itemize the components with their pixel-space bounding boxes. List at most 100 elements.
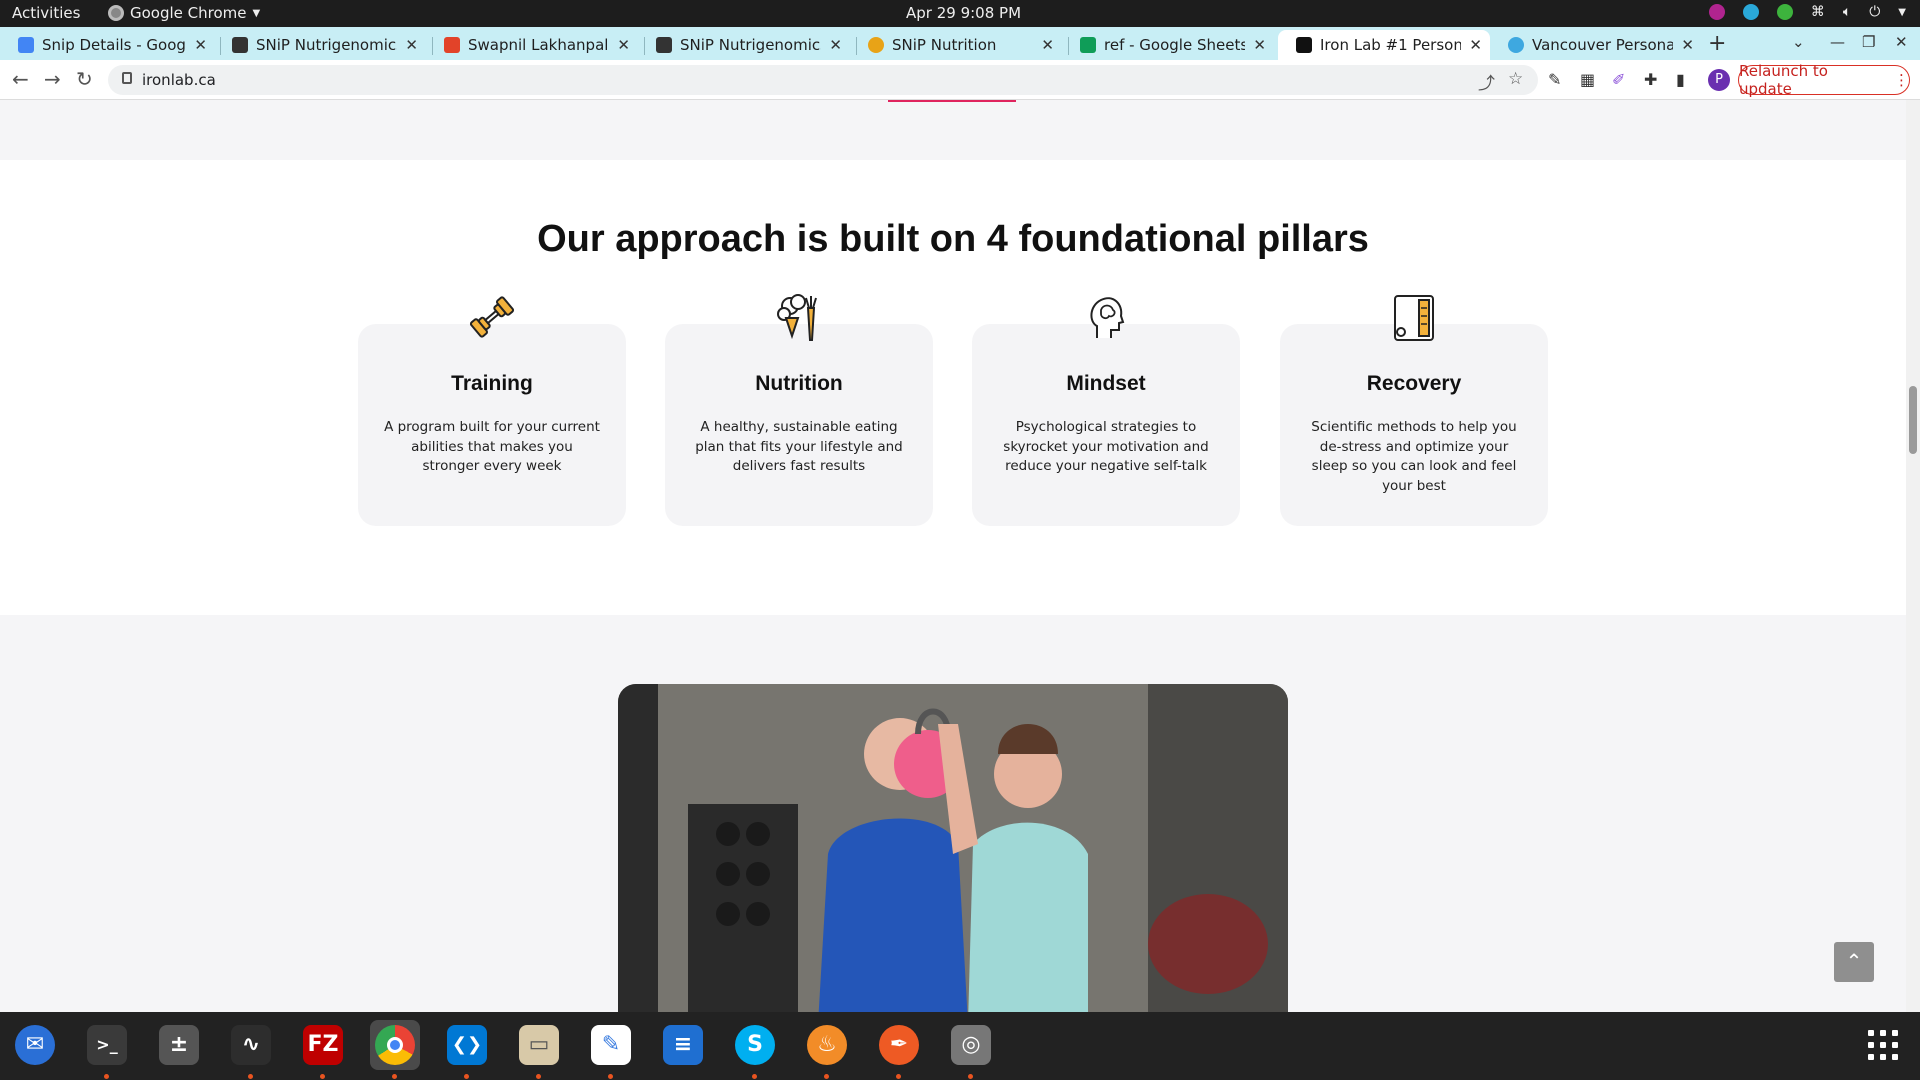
back-icon[interactable]: ← bbox=[12, 67, 29, 91]
browser-tab[interactable]: ref - Google Sheets ✕ bbox=[1062, 30, 1274, 60]
browser-tab[interactable]: SNiP Nutrigenomics A ✕ bbox=[638, 30, 850, 60]
pillar-title: Recovery bbox=[1366, 372, 1462, 395]
scrollbar-thumb[interactable] bbox=[1909, 386, 1917, 454]
app-menu-label: Google Chrome bbox=[130, 4, 247, 22]
system-tray[interactable]: ⌘ 🔈︎ ⏻ ▼ bbox=[1708, 4, 1906, 20]
brain-head-icon bbox=[1090, 297, 1125, 338]
browser-tab[interactable]: SNiP Nutrition ✕ bbox=[850, 30, 1062, 60]
skype-icon: S bbox=[735, 1025, 775, 1065]
accent-line bbox=[888, 100, 1016, 102]
new-tab-button[interactable]: + bbox=[1708, 31, 1726, 56]
dock-filezilla[interactable]: FZ bbox=[298, 1020, 348, 1079]
browser-tab[interactable]: Swapnil Lakhanpal / S ✕ bbox=[426, 30, 638, 60]
tray-sync-icon[interactable] bbox=[1742, 4, 1759, 20]
browser-toolbar: ← → ↻ ironlab.ca ⤴ ☆ ✎ ▦ ✐ ✚ ▮ P Relaunc… bbox=[0, 60, 1920, 100]
minimize-icon[interactable]: — bbox=[1830, 33, 1845, 51]
close-window-icon[interactable]: ✕ bbox=[1895, 33, 1908, 51]
extensions-puzzle-icon[interactable]: ✚ bbox=[1644, 70, 1657, 89]
close-icon[interactable]: ✕ bbox=[829, 36, 842, 54]
tab-title: Snip Details - Google I bbox=[42, 36, 186, 54]
extension-calendar-icon[interactable]: ▦ bbox=[1580, 70, 1595, 89]
tab-search-icon[interactable]: ⌄ bbox=[1792, 33, 1805, 51]
close-icon[interactable]: ✕ bbox=[1681, 36, 1694, 54]
tab-title: SNiP Nutrigenomics A bbox=[256, 36, 398, 54]
dock-skype[interactable]: S bbox=[730, 1020, 780, 1079]
scroll-to-top-button[interactable]: ⌃ bbox=[1834, 942, 1874, 982]
volume-icon[interactable]: 🔈︎ bbox=[1843, 4, 1851, 20]
page-scrollbar[interactable] bbox=[1906, 100, 1920, 1012]
dock-calculator[interactable]: ± bbox=[154, 1020, 204, 1070]
tray-check-icon[interactable] bbox=[1776, 4, 1793, 20]
share-icon[interactable]: ⤴ bbox=[1478, 69, 1495, 94]
pillar-text: Psychological strategies to skyrocket yo… bbox=[1003, 419, 1209, 474]
dock-disk-utility[interactable]: ◎ bbox=[946, 1020, 996, 1079]
app-menu[interactable]: Google Chrome ▼ bbox=[108, 4, 260, 22]
taskbar-dock: ✉ >_ ± ∿ FZ ❮❯ ▭ ✎ ≡ S ♨ ✒ ◎ bbox=[0, 1012, 1920, 1080]
pillar-card-mindset: Mindset Psychological strategies to skyr… bbox=[972, 297, 1240, 526]
browser-tab-active[interactable]: Iron Lab #1 Personal ✕ bbox=[1278, 30, 1490, 60]
tab-title: ref - Google Sheets bbox=[1104, 36, 1246, 54]
trainer-kettlebell-photo bbox=[618, 684, 1288, 1012]
dock-files[interactable]: ▭ bbox=[514, 1020, 564, 1079]
vancouver-icon bbox=[1508, 37, 1524, 53]
power-icon[interactable]: ⏻ bbox=[1869, 4, 1880, 20]
pillar-text: A program built for your current abiliti… bbox=[384, 419, 600, 474]
side-panel-icon[interactable]: ▮ bbox=[1676, 70, 1685, 89]
thunderbird-icon: ✉ bbox=[15, 1025, 55, 1065]
kebab-menu-icon[interactable]: ⋮ bbox=[1894, 71, 1909, 89]
tab-title: Swapnil Lakhanpal / S bbox=[468, 36, 609, 54]
extension-pen-icon[interactable]: ✐ bbox=[1612, 70, 1625, 89]
dock-thunderbird[interactable]: ✉ bbox=[10, 1020, 60, 1070]
dock-terminal[interactable]: >_ bbox=[82, 1020, 132, 1079]
dock-libreoffice-writer[interactable]: ≡ bbox=[658, 1020, 708, 1070]
relaunch-label: Relaunch to update bbox=[1739, 62, 1828, 98]
google-sheets-icon bbox=[1080, 37, 1096, 53]
address-bar[interactable]: ironlab.ca ⤴ ☆ bbox=[108, 65, 1538, 95]
forward-icon[interactable]: → bbox=[44, 67, 61, 91]
section-heading: Our approach is built on 4 foundational … bbox=[537, 218, 1369, 260]
reload-icon[interactable]: ↻ bbox=[76, 67, 93, 91]
chrome-icon bbox=[375, 1025, 415, 1065]
vegetables-icon bbox=[777, 294, 817, 341]
libreoffice-writer-icon: ≡ bbox=[663, 1025, 703, 1065]
activities-button[interactable]: Activities bbox=[12, 4, 80, 22]
close-icon[interactable]: ✕ bbox=[194, 36, 207, 54]
close-icon[interactable]: ✕ bbox=[405, 36, 418, 54]
close-icon[interactable]: ✕ bbox=[1041, 36, 1054, 54]
network-icon[interactable]: ⌘ bbox=[1811, 4, 1825, 20]
eyedropper-icon[interactable]: ✎ bbox=[1548, 70, 1561, 89]
restore-icon[interactable]: ❐ bbox=[1862, 33, 1875, 51]
close-icon[interactable]: ✕ bbox=[1469, 36, 1482, 54]
tab-title: Vancouver Personal T bbox=[1532, 36, 1674, 54]
caret-down-icon[interactable]: ▼ bbox=[1898, 7, 1906, 18]
tray-app-icon[interactable] bbox=[1708, 4, 1725, 20]
close-icon[interactable]: ✕ bbox=[1253, 36, 1266, 54]
photo-illustration bbox=[618, 684, 1288, 1012]
calculator-icon: ± bbox=[159, 1025, 199, 1065]
pillar-text: A healthy, sustainable eating plan that … bbox=[695, 419, 903, 474]
bookmark-star-icon[interactable]: ☆ bbox=[1508, 69, 1523, 89]
close-icon[interactable]: ✕ bbox=[617, 36, 630, 54]
profile-avatar[interactable]: P bbox=[1708, 69, 1730, 91]
pillar-card-nutrition: Nutrition A healthy, sustainable eating … bbox=[665, 294, 933, 526]
browser-tab[interactable]: SNiP Nutrigenomics A ✕ bbox=[214, 30, 426, 60]
pillar-title: Training bbox=[451, 372, 533, 395]
dock-system-monitor[interactable]: ∿ bbox=[226, 1020, 276, 1079]
show-applications-grid-icon[interactable] bbox=[1868, 1030, 1900, 1062]
browser-tab[interactable]: Vancouver Personal T ✕ bbox=[1490, 30, 1702, 60]
dock-chrome[interactable] bbox=[370, 1020, 420, 1079]
tab-strip: Snip Details - Google I ✕ SNiP Nutrigeno… bbox=[0, 27, 1920, 60]
dock-app-pen[interactable]: ✒ bbox=[874, 1020, 924, 1079]
dock-app-flame[interactable]: ♨ bbox=[802, 1020, 852, 1079]
relaunch-button[interactable]: Relaunch to update ⋮ bbox=[1738, 62, 1910, 98]
dumbbell-icon bbox=[469, 296, 515, 338]
browser-tab[interactable]: Snip Details - Google I ✕ bbox=[0, 30, 215, 60]
url-text[interactable]: ironlab.ca bbox=[142, 71, 216, 89]
filezilla-icon: FZ bbox=[303, 1025, 343, 1065]
page-viewport: Our approach is built on 4 foundational … bbox=[0, 100, 1906, 1012]
dock-vscode[interactable]: ❮❯ bbox=[442, 1020, 492, 1079]
ironlab-icon bbox=[1296, 37, 1312, 53]
dock-text-editor[interactable]: ✎ bbox=[586, 1020, 636, 1079]
lock-icon[interactable] bbox=[122, 72, 132, 84]
clock[interactable]: Apr 29 9:08 PM bbox=[906, 4, 1021, 22]
